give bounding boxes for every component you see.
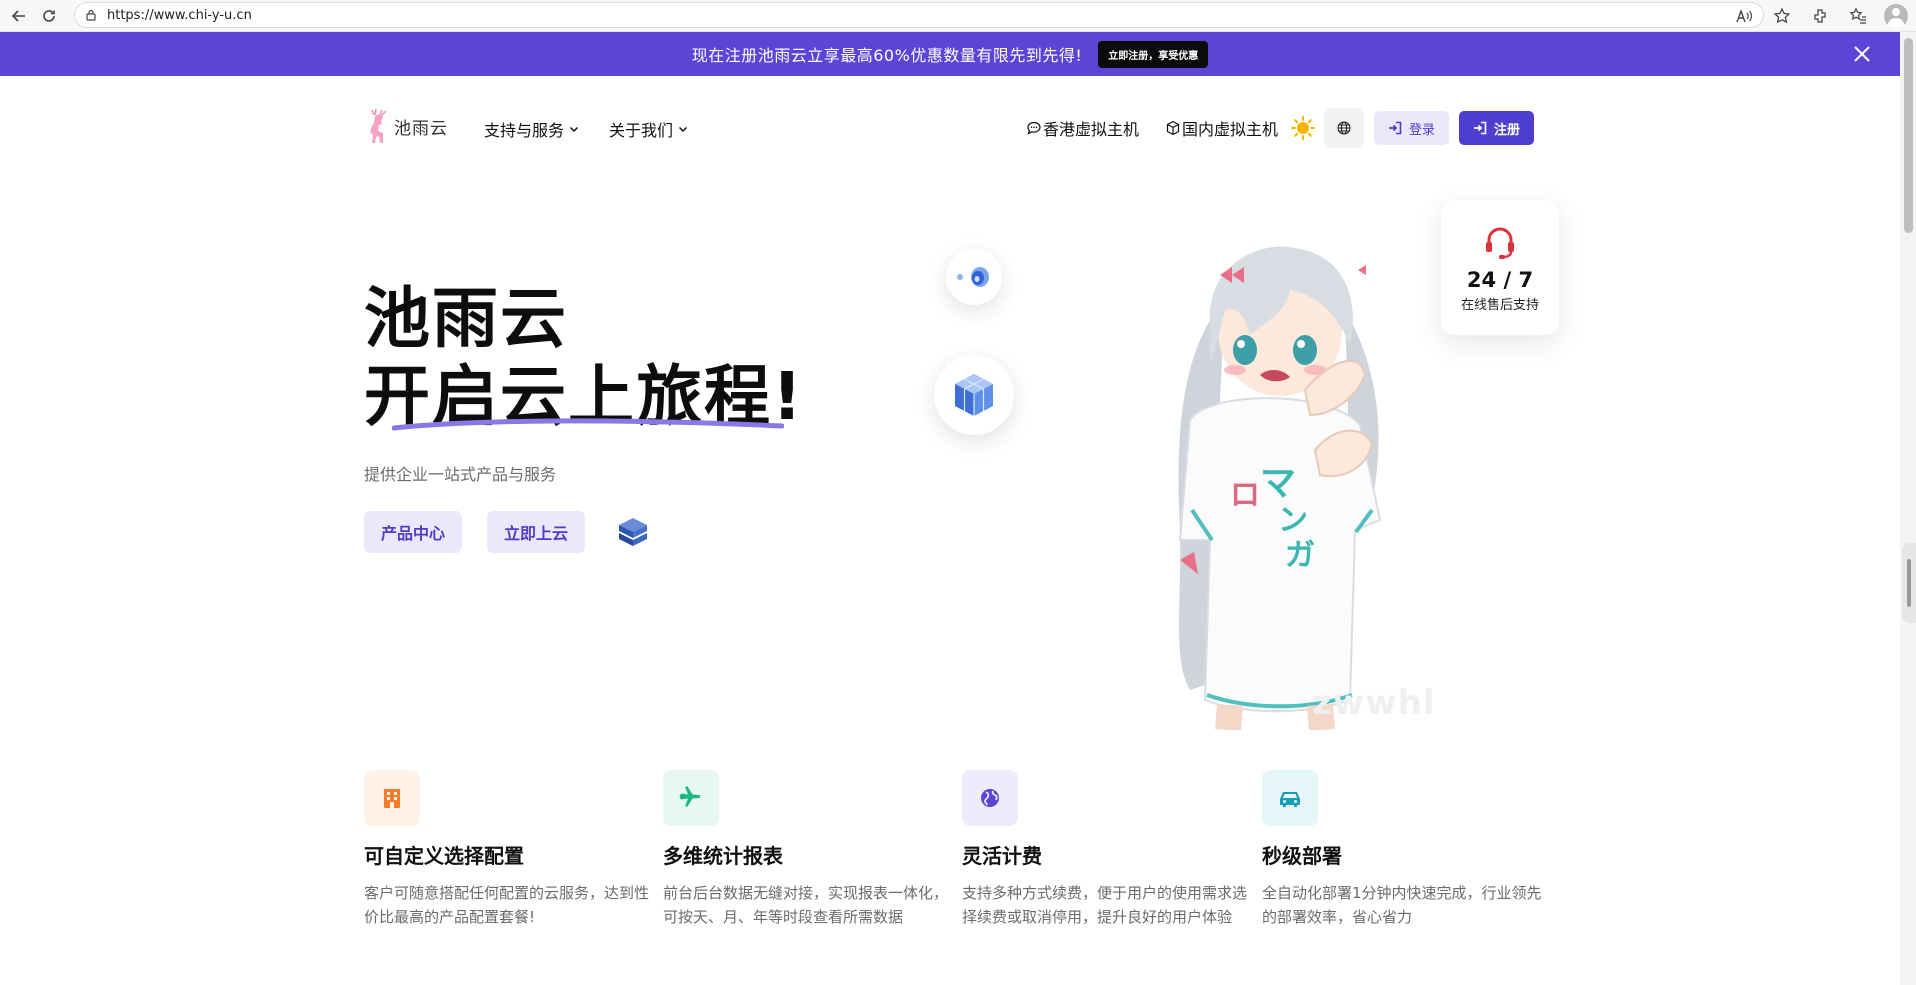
start-cloud-button[interactable]: 立即上云 [487, 511, 586, 553]
watermark-text: zwwhl [1312, 683, 1436, 723]
headset-icon [1486, 227, 1514, 259]
disc-icon [957, 267, 989, 287]
support-hours: 24 / 7 [1466, 268, 1534, 292]
logo-text: 池雨云 [394, 118, 448, 139]
read-aloud-icon[interactable] [1732, 4, 1756, 28]
site-logo[interactable]: 池雨云 [364, 108, 448, 144]
globe-icon-tile [962, 770, 1018, 826]
anime-character-illustration: マ ロ ン ガ [1178, 246, 1382, 730]
cube-icon [955, 374, 993, 416]
close-icon[interactable] [1850, 42, 1874, 66]
feature-desc: 支持多种方式续费，便于用户的使用需求选择续费或取消停用，提升良好的用户体验 [962, 884, 1248, 926]
feature-desc: 前台后台数据无缝对接，实现报表一体化，可按天、月、年等时段查看所需数据 [663, 884, 949, 926]
svg-text:ガ: ガ [1285, 538, 1315, 573]
feature-title: 多维统计报表 [663, 844, 783, 868]
nav-support-services[interactable]: 支持与服务 [484, 117, 579, 141]
feature-title: 可自定义选择配置 [364, 844, 524, 868]
chat-bubble-icon [1027, 121, 1041, 135]
plane-icon-tile [663, 770, 719, 826]
support-label: 在线售后支持 [1460, 298, 1539, 313]
main-nav: 支持与服务 关于我们 [484, 117, 688, 141]
building-icon-tile [364, 770, 420, 826]
back-icon[interactable] [4, 2, 34, 30]
products-center-button[interactable]: 产品中心 [364, 511, 463, 553]
feature-title: 灵活计费 [962, 844, 1042, 868]
svg-text:マ: マ [1260, 463, 1296, 504]
floating-cube-bubble [934, 355, 1014, 435]
nav-about-us[interactable]: 关于我们 [609, 117, 688, 141]
feature-title: 秒级部署 [1262, 844, 1342, 868]
title-underline-decoration [392, 418, 784, 431]
feature-multi-reports: 多维统计报表 前台后台数据无缝对接，实现报表一体化，可按天、月、年等时段查看所需… [663, 770, 948, 929]
login-label: 登录 [1409, 122, 1436, 138]
promo-banner: 现在注册池雨云立享最高60%优惠数量有限先到先得! 立即注册，享受优惠 [0, 32, 1900, 76]
layers-icon [619, 518, 648, 546]
floating-disc-bubble [946, 249, 1002, 305]
register-button[interactable]: 注册 [1459, 111, 1535, 145]
refresh-icon[interactable] [34, 2, 64, 30]
promo-register-button[interactable]: 立即注册，享受优惠 [1098, 40, 1209, 68]
deer-logo-icon [370, 108, 387, 143]
promo-text: 现在注册池雨云立享最高60%优惠数量有限先到先得! [691, 46, 1083, 65]
globe-icon [981, 789, 999, 807]
svg-text:ロ: ロ [1230, 478, 1260, 513]
language-button[interactable] [1324, 108, 1365, 148]
car-icon-tile [1262, 770, 1318, 826]
feature-flexible-billing: 灵活计费 支持多种方式续费，便于用户的使用需求选择续费或取消停用，提升良好的用户… [962, 770, 1247, 929]
favorite-star-icon[interactable] [1770, 4, 1794, 28]
feature-fast-deploy: 秒级部署 全自动化部署1分钟内快速完成，行业领先的部署效率，省心省力 [1262, 770, 1547, 929]
lock-icon [86, 9, 96, 21]
hero-title-line1: 池雨云 [364, 280, 568, 357]
plane-icon [679, 786, 701, 807]
nav-label: 支持与服务 [484, 121, 565, 140]
hero-subtitle: 提供企业一站式产品与服务 [364, 465, 557, 484]
register-label: 注册 [1494, 122, 1521, 138]
nav-label: 关于我们 [609, 121, 674, 140]
side-panel-handle[interactable] [1902, 543, 1916, 623]
feature-desc: 全自动化部署1分钟内快速完成，行业领先的部署效率，省心省力 [1262, 884, 1542, 926]
sign-in-icon [1474, 121, 1487, 135]
car-icon [1280, 792, 1300, 807]
scrollbar-thumb[interactable] [1904, 38, 1913, 233]
url-text: https://www.chi-y-u.cn [107, 7, 252, 23]
globe-icon [1337, 121, 1351, 135]
sun-theme-icon[interactable] [1290, 115, 1316, 141]
building-icon [384, 789, 400, 808]
hero-actions: 产品中心 立即上云 [364, 511, 653, 553]
profile-avatar-icon[interactable] [1884, 4, 1908, 28]
favorites-list-icon[interactable] [1846, 4, 1870, 28]
address-bar[interactable]: https://www.chi-y-u.cn [74, 2, 1764, 28]
feature-custom-config: 可自定义选择配置 客户可随意搭配任何配置的云服务，达到性价比最高的产品配置套餐! [364, 770, 649, 929]
chevron-down-icon [569, 126, 579, 133]
link-label: 香港虚拟主机 [1043, 120, 1140, 139]
box-icon [1166, 120, 1180, 136]
feature-desc: 客户可随意搭配任何配置的云服务，达到性价比最高的产品配置套餐! [364, 884, 650, 926]
chevron-down-icon [679, 126, 688, 133]
support-card: 24 / 7 在线售后支持 [1441, 200, 1559, 335]
link-hk-virtual-host[interactable]: 香港虚拟主机 [1026, 116, 1139, 140]
hero-title: 池雨云 开启云上旅程! [364, 280, 804, 436]
link-label: 国内虚拟主机 [1182, 120, 1279, 139]
login-button[interactable]: 登录 [1374, 111, 1450, 145]
extensions-icon[interactable] [1808, 4, 1832, 28]
svg-text:ン: ン [1278, 503, 1308, 538]
sign-in-icon [1389, 121, 1402, 135]
header-actions: 香港虚拟主机 国内虚拟主机 登录 注册 [1026, 108, 1535, 148]
link-cn-virtual-host[interactable]: 国内虚拟主机 [1165, 116, 1278, 140]
browser-toolbar: https://www.chi-y-u.cn [0, 0, 1916, 32]
